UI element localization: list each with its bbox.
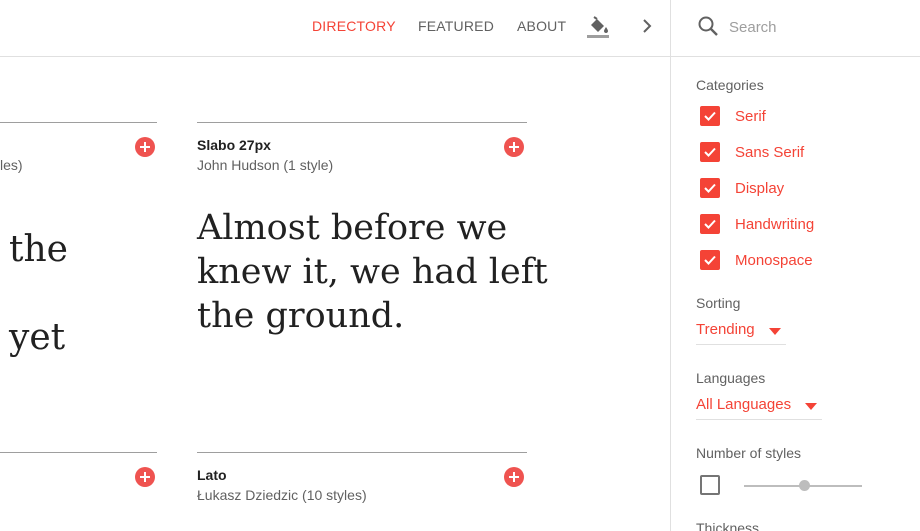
sorting-value: Trending xyxy=(696,321,755,338)
categories-title: Categories xyxy=(696,77,764,93)
add-font-button[interactable] xyxy=(504,467,524,487)
search-input[interactable] xyxy=(729,15,899,39)
add-font-button[interactable] xyxy=(135,467,155,487)
font-name[interactable]: Lato xyxy=(197,467,227,483)
font-sample: Almost before we knew it, we had left th… xyxy=(197,208,548,336)
check-icon xyxy=(704,255,716,265)
languages-value: All Languages xyxy=(696,396,792,413)
card-divider xyxy=(0,122,157,123)
languages-title: Languages xyxy=(696,370,766,386)
font-sample: the yet xyxy=(9,229,68,358)
nav-directory[interactable]: DIRECTORY xyxy=(312,18,396,34)
nav-about[interactable]: ABOUT xyxy=(517,18,566,34)
font-meta: les) xyxy=(0,157,23,173)
check-icon xyxy=(704,147,716,157)
add-font-button[interactable] xyxy=(504,137,524,157)
check-icon xyxy=(704,111,716,121)
check-icon xyxy=(704,183,716,193)
category-sans-serif[interactable]: Sans Serif xyxy=(700,141,804,163)
font-designer: John Hudson (1 style) xyxy=(197,157,334,173)
card-divider xyxy=(197,122,527,123)
category-monospace[interactable]: Monospace xyxy=(700,249,813,271)
category-label: Sans Serif xyxy=(735,143,805,161)
paint-bucket-icon[interactable] xyxy=(585,13,611,39)
add-font-button[interactable] xyxy=(135,137,155,157)
checkbox-checked[interactable] xyxy=(700,178,720,198)
category-label: Serif xyxy=(735,107,766,125)
category-label: Monospace xyxy=(735,251,813,269)
category-serif[interactable]: Serif xyxy=(700,105,766,127)
category-label: Handwriting xyxy=(735,215,815,233)
styles-slider-thumb[interactable] xyxy=(799,480,810,491)
card-divider xyxy=(197,452,527,453)
styles-checkbox[interactable] xyxy=(700,475,720,495)
checkbox-checked[interactable] xyxy=(700,106,720,126)
sorting-title: Sorting xyxy=(696,295,741,311)
filter-sidebar: Categories Serif Sans Serif Display Hand… xyxy=(670,0,920,531)
search-bar xyxy=(671,0,920,57)
caret-down-icon xyxy=(805,403,817,410)
category-handwriting[interactable]: Handwriting xyxy=(700,213,814,235)
top-nav-bar: DIRECTORY FEATURED ABOUT xyxy=(0,0,671,57)
chevron-right-icon[interactable] xyxy=(637,16,657,36)
sorting-select[interactable]: Trending xyxy=(696,319,786,345)
search-icon xyxy=(698,16,718,36)
caret-down-icon xyxy=(769,328,781,335)
number-of-styles-title: Number of styles xyxy=(696,445,802,461)
checkbox-checked[interactable] xyxy=(700,250,720,270)
check-icon xyxy=(704,219,716,229)
font-designer: Łukasz Dziedzic (10 styles) xyxy=(197,487,367,503)
font-name[interactable]: Slabo 27px xyxy=(197,137,271,153)
thickness-title: Thickness xyxy=(696,520,760,531)
languages-select[interactable]: All Languages xyxy=(696,394,822,420)
category-label: Display xyxy=(735,179,785,197)
checkbox-checked[interactable] xyxy=(700,214,720,234)
category-display[interactable]: Display xyxy=(700,177,784,199)
card-divider xyxy=(0,452,157,453)
checkbox-checked[interactable] xyxy=(700,142,720,162)
nav-featured[interactable]: FEATURED xyxy=(418,18,494,34)
